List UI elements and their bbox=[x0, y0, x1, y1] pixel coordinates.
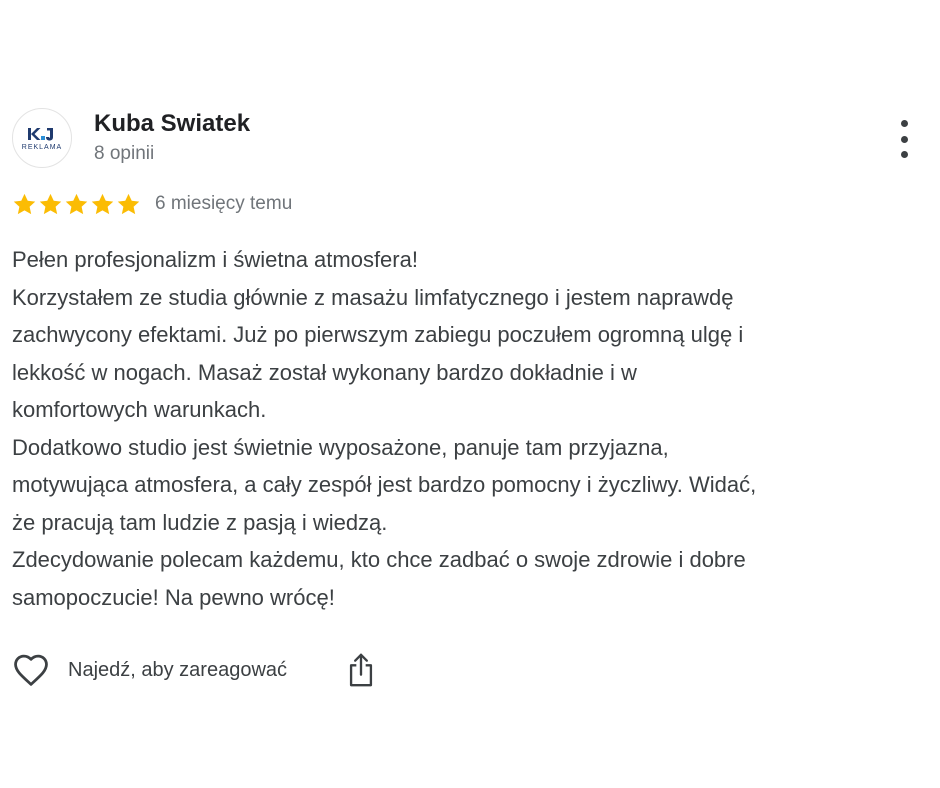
review-text: Pełen profesjonalizm i świetna atmosfera… bbox=[12, 241, 927, 616]
review-text-line: samopoczucie! Na pewno wrócę! bbox=[12, 584, 335, 610]
more-options-button[interactable] bbox=[890, 120, 918, 158]
author-name[interactable]: Kuba Swiatek bbox=[94, 110, 250, 138]
review-text-line: motywująca atmosfera, a cały zespół jest… bbox=[12, 472, 757, 497]
more-vertical-icon-dot bbox=[900, 151, 908, 158]
review-text-line: Zdecydowanie polecam każdemu, kto chce z… bbox=[12, 547, 746, 572]
review-text-line: Pełen profesjonalizm i świetna atmosfera… bbox=[12, 247, 418, 272]
review-text-line: Korzystałem ze studia głównie z masażu l… bbox=[12, 284, 734, 310]
review-text-line: że pracują tam ludzie z pasją i wiedzą. bbox=[12, 509, 388, 535]
review-time: 6 miesięcy temu bbox=[155, 193, 293, 214]
star-icon bbox=[65, 193, 88, 214]
react-button[interactable] bbox=[12, 651, 50, 689]
avatar[interactable]: REKLAMA bbox=[12, 108, 72, 168]
heart-outline-icon bbox=[14, 654, 48, 686]
review-text-line: Dodatkowo studio jest świetnie wyposażon… bbox=[12, 434, 669, 460]
more-vertical-icon bbox=[900, 120, 908, 127]
review-card: REKLAMA Kuba Swiatek 8 opinii 6 miesięcy… bbox=[0, 0, 940, 788]
review-text-line: lekkość w nogach. Masaż został wykonany … bbox=[12, 359, 637, 385]
react-label[interactable]: Najedź, aby zareagować bbox=[68, 658, 287, 682]
share-icon bbox=[349, 653, 373, 687]
more-vertical-icon-dot bbox=[900, 135, 908, 143]
review-text-line: komfortowych warunkach. bbox=[12, 397, 267, 422]
reklama-logo-icon bbox=[28, 127, 53, 140]
review-actions: Najedź, aby zareagować bbox=[12, 650, 377, 690]
star-icon bbox=[13, 193, 36, 214]
share-button[interactable] bbox=[345, 650, 377, 690]
rating-row: 6 miesięcy temu bbox=[12, 190, 292, 218]
star-icon bbox=[117, 193, 140, 214]
star-icon bbox=[39, 193, 62, 214]
avatar-caption: REKLAMA bbox=[21, 143, 63, 151]
star-rating bbox=[12, 192, 141, 217]
author-reviews-count: 8 opinii bbox=[94, 143, 155, 164]
star-icon bbox=[91, 193, 114, 214]
review-text-line: zachwycony efektami. Już po pierwszym za… bbox=[12, 322, 744, 347]
